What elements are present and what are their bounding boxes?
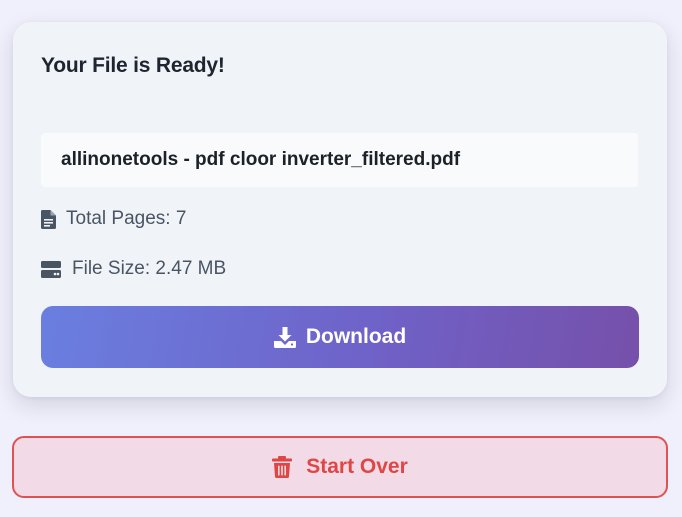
card-title: Your File is Ready! bbox=[41, 54, 225, 77]
hard-drive-icon bbox=[41, 260, 61, 278]
total-pages-text: Total Pages: 7 bbox=[66, 208, 187, 229]
file-size-text: File Size: 2.47 MB bbox=[72, 258, 227, 279]
total-pages-row: Total Pages: 7 bbox=[41, 208, 186, 230]
file-icon bbox=[41, 209, 56, 229]
file-size-row: File Size: 2.47 MB bbox=[41, 258, 226, 280]
trash-icon bbox=[272, 456, 293, 478]
result-card: Your File is Ready! allinonetools - pdf … bbox=[13, 22, 667, 397]
start-over-label: Start Over bbox=[306, 455, 408, 478]
download-label: Download bbox=[305, 325, 407, 348]
start-over-button[interactable]: Start Over bbox=[12, 436, 668, 498]
filename-display: allinonetools - pdf cloor inverter_filte… bbox=[41, 133, 638, 187]
download-icon bbox=[273, 326, 296, 348]
download-button[interactable]: Download bbox=[41, 306, 639, 368]
